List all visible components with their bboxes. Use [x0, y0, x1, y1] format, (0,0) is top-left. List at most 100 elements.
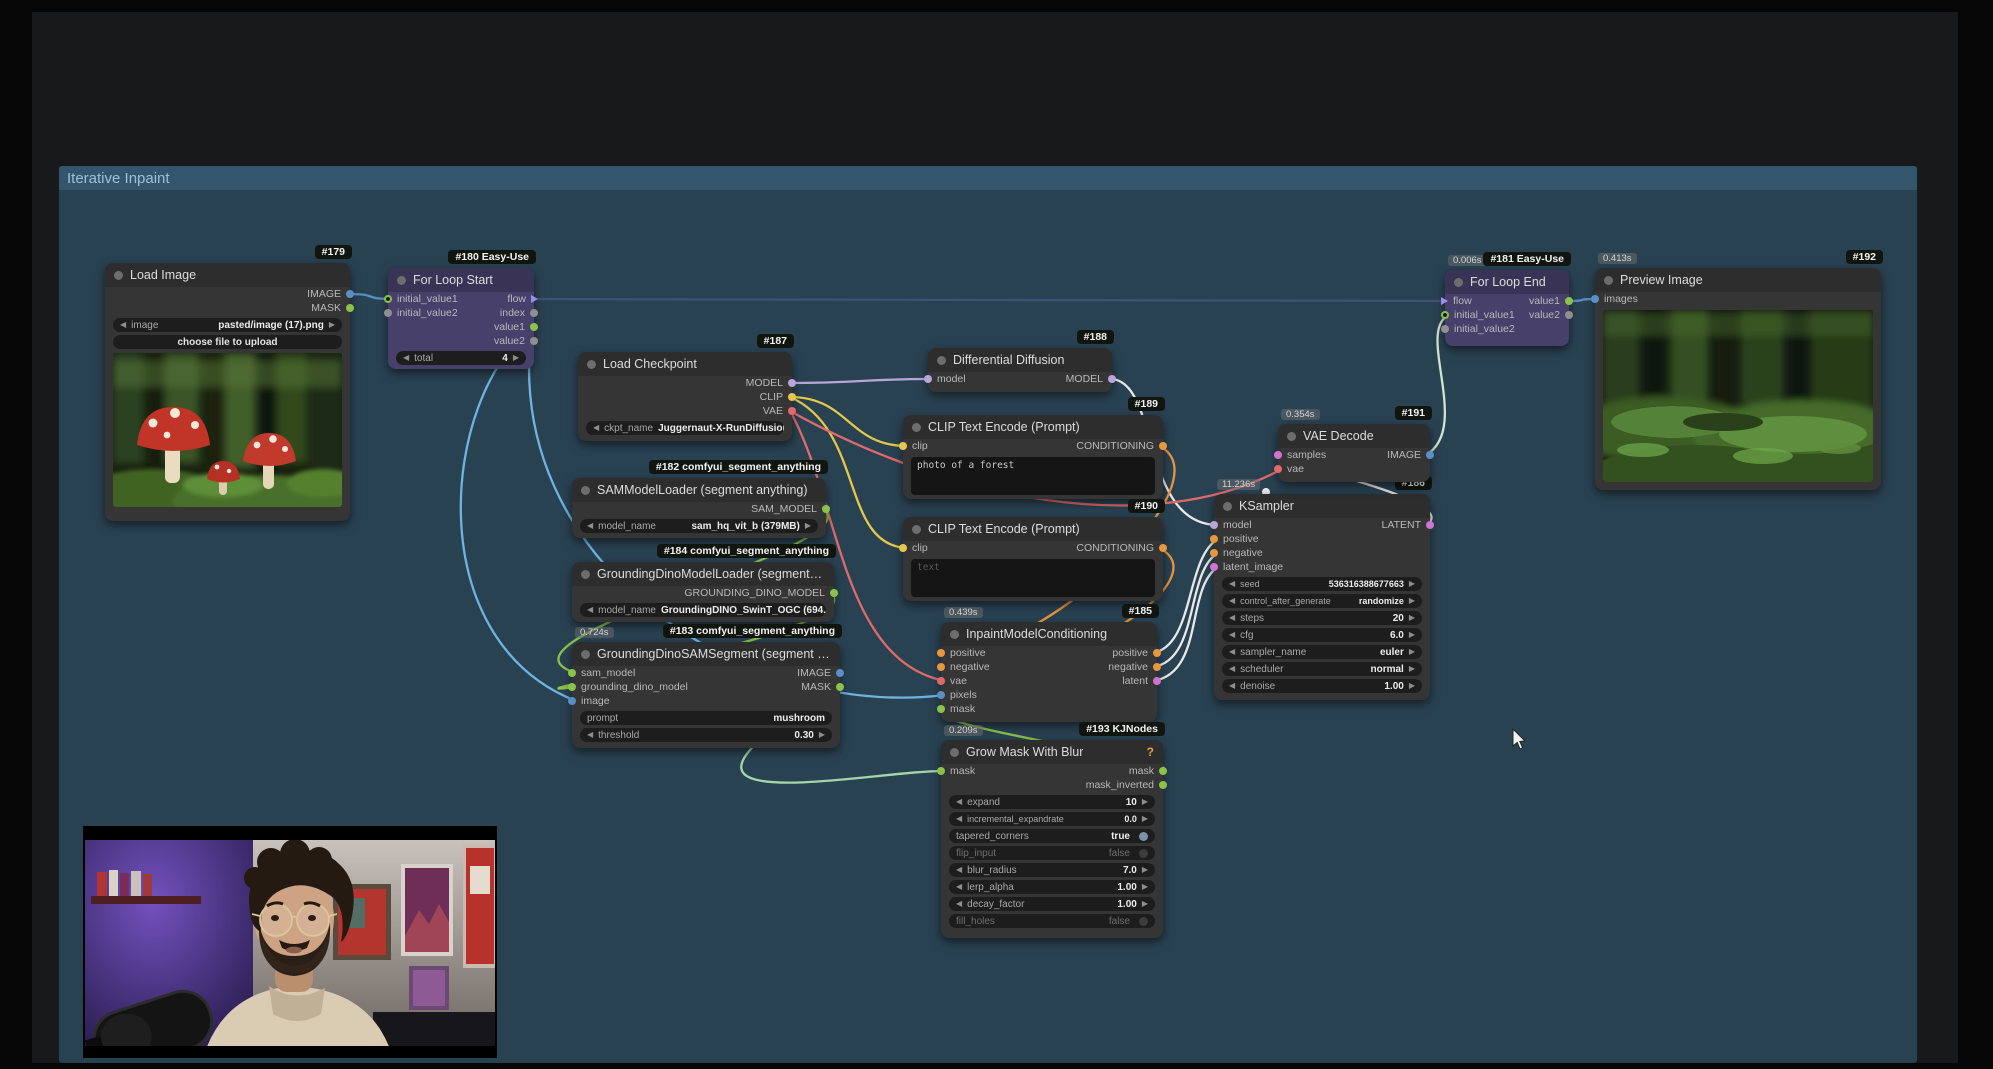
input-image[interactable]: image [568, 695, 610, 707]
output-port-icon[interactable] [1159, 544, 1167, 552]
node-clip-text-encode-positive[interactable]: #189 CLIP Text Encode (Prompt) clip CONDITI… [899, 397, 1167, 499]
widget-steps[interactable]: ◀ steps 20 ▶ [1222, 611, 1422, 625]
decrement-arrow-icon[interactable]: ◀ [1229, 682, 1235, 690]
input-images[interactable]: images [1591, 293, 1638, 305]
collapse-dot-icon[interactable] [1604, 275, 1613, 285]
input-port-icon[interactable] [1441, 325, 1449, 333]
increment-arrow-icon[interactable]: ▶ [1409, 631, 1415, 639]
node-title-bar[interactable]: Preview Image [1595, 268, 1881, 292]
input-sam_model[interactable]: sam_model [568, 667, 635, 679]
node-grounding-dino-model-loader[interactable]: #184 comfyui_segment_anything GroundingDi… [572, 544, 838, 622]
output-port-icon[interactable] [830, 589, 838, 597]
increment-arrow-icon[interactable]: ▶ [329, 321, 335, 329]
decrement-arrow-icon[interactable]: ◀ [956, 798, 962, 806]
output-GROUNDING_DINO_MODEL[interactable]: GROUNDING_DINO_MODEL [684, 587, 838, 599]
collapse-dot-icon[interactable] [912, 524, 921, 534]
input-port-icon[interactable] [1210, 521, 1218, 529]
collapse-dot-icon[interactable] [1223, 501, 1232, 511]
decrement-arrow-icon[interactable]: ◀ [587, 522, 593, 530]
input-port-icon[interactable] [384, 295, 392, 303]
collapse-dot-icon[interactable] [581, 649, 590, 659]
output-SAM_MODEL[interactable]: SAM_MODEL [751, 503, 830, 515]
output-positive[interactable]: positive [1112, 647, 1161, 659]
input-initial_value1[interactable]: initial_value1 [1441, 309, 1515, 321]
input-mask[interactable]: mask [937, 703, 975, 715]
increment-arrow-icon[interactable]: ▶ [1409, 580, 1415, 588]
output-port-icon[interactable] [530, 309, 538, 317]
node-for-loop-start[interactable]: #180 Easy-Use For Loop Start initial_value… [384, 250, 538, 369]
output-value2[interactable]: value2 [1529, 309, 1573, 321]
input-vae[interactable]: vae [937, 675, 967, 687]
input-port-icon[interactable] [924, 375, 932, 383]
decrement-arrow-icon[interactable]: ◀ [956, 866, 962, 874]
collapse-dot-icon[interactable] [581, 569, 590, 579]
widget-control_after_generate[interactable]: ◀ control_after_generate randomize ▶ [1222, 594, 1422, 608]
input-negative[interactable]: negative [1210, 547, 1263, 559]
collapse-dot-icon[interactable] [1454, 277, 1463, 287]
decrement-arrow-icon[interactable]: ◀ [956, 900, 962, 908]
output-index[interactable]: index [500, 307, 538, 319]
output-value1[interactable]: value1 [1529, 295, 1573, 307]
collapse-dot-icon[interactable] [937, 355, 946, 365]
output-MODEL[interactable]: MODEL [746, 377, 796, 389]
output-port-icon[interactable] [1565, 311, 1573, 319]
node-title-bar[interactable]: Load Image [105, 263, 350, 287]
prompt-textarea[interactable]: photo of a forest [911, 457, 1155, 495]
node-differential-diffusion[interactable]: #188 Differential Diffusion model MODEL [924, 330, 1116, 392]
node-ksampler[interactable]: 11.236s #186 KSampler model LATENT positive ne… [1210, 476, 1434, 700]
output-port-icon[interactable] [1108, 375, 1116, 383]
widget-expand[interactable]: ◀ expand 10 ▶ [949, 795, 1155, 809]
input-initial_value2[interactable]: initial_value2 [384, 307, 458, 319]
increment-arrow-icon[interactable]: ▶ [1409, 665, 1415, 673]
output-LATENT[interactable]: LATENT [1382, 519, 1434, 531]
widget-total[interactable]: ◀ total 4 ▶ [396, 351, 526, 365]
toggle-dot-icon[interactable] [1139, 916, 1148, 926]
node-preview-image[interactable]: 0.413s #192 Preview Image images [1591, 250, 1883, 490]
node-vae-decode[interactable]: 0.354s #191 VAE Decode samples IMAGE vae [1274, 406, 1434, 482]
collapse-dot-icon[interactable] [912, 422, 921, 432]
input-port-icon[interactable] [568, 669, 576, 677]
collapse-dot-icon[interactable] [1287, 431, 1296, 441]
input-port-icon[interactable] [568, 697, 576, 705]
output-negative[interactable]: negative [1108, 661, 1161, 673]
node-clip-text-encode-negative[interactable]: #190 CLIP Text Encode (Prompt) clip CONDITI… [899, 499, 1167, 601]
node-title-bar[interactable]: CLIP Text Encode (Prompt) [903, 415, 1163, 439]
input-port-icon[interactable] [1274, 465, 1282, 473]
input-port-icon[interactable] [937, 677, 945, 685]
output-port-icon[interactable] [1159, 767, 1167, 775]
increment-arrow-icon[interactable]: ▶ [1142, 866, 1148, 874]
increment-arrow-icon[interactable]: ▶ [819, 731, 825, 739]
output-MASK[interactable]: MASK [801, 681, 844, 693]
output-value2[interactable]: value2 [494, 335, 538, 347]
widget-fill_holes[interactable]: fill_holes false [949, 914, 1155, 928]
node-title-bar[interactable]: KSampler [1214, 494, 1430, 518]
node-title-bar[interactable]: GroundingDinoModelLoader (segment anythi… [572, 562, 834, 586]
output-latent[interactable]: latent [1122, 675, 1161, 687]
widget-image[interactable]: ◀ image pasted/image (17).png ▶ [113, 318, 342, 332]
input-port-icon[interactable] [899, 442, 907, 450]
increment-arrow-icon[interactable]: ▶ [1409, 682, 1415, 690]
collapse-dot-icon[interactable] [950, 747, 959, 757]
decrement-arrow-icon[interactable]: ◀ [956, 883, 962, 891]
output-CONDITIONING[interactable]: CONDITIONING [1076, 440, 1167, 452]
input-port-icon[interactable] [937, 705, 945, 713]
output-MASK[interactable]: MASK [311, 302, 354, 314]
decrement-arrow-icon[interactable]: ◀ [1229, 665, 1235, 673]
output-port-icon[interactable] [530, 323, 538, 331]
input-positive[interactable]: positive [1210, 533, 1259, 545]
output-MODEL[interactable]: MODEL [1066, 373, 1116, 385]
input-port-icon[interactable] [1210, 563, 1218, 571]
decrement-arrow-icon[interactable]: ◀ [120, 321, 126, 329]
output-port-icon[interactable] [1153, 649, 1161, 657]
decrement-arrow-icon[interactable]: ◀ [1229, 597, 1235, 605]
group-header[interactable]: Iterative Inpaint [59, 166, 1917, 190]
increment-arrow-icon[interactable]: ▶ [1409, 614, 1415, 622]
node-grounding-dino-sam-segment[interactable]: 0.724s #183 comfyui_segment_anything Groun… [568, 624, 844, 748]
input-port-icon[interactable] [384, 309, 392, 317]
node-title-bar[interactable]: InpaintModelConditioning [941, 622, 1157, 646]
input-port-icon[interactable] [1210, 535, 1218, 543]
node-title-bar[interactable]: VAE Decode [1278, 424, 1430, 448]
node-title-bar[interactable]: GroundingDinoSAMSegment (segment anythin… [572, 642, 840, 666]
widget-incremental_expandrate[interactable]: ◀ incremental_expandrate 0.0 ▶ [949, 812, 1155, 826]
input-initial_value1[interactable]: initial_value1 [384, 293, 458, 305]
